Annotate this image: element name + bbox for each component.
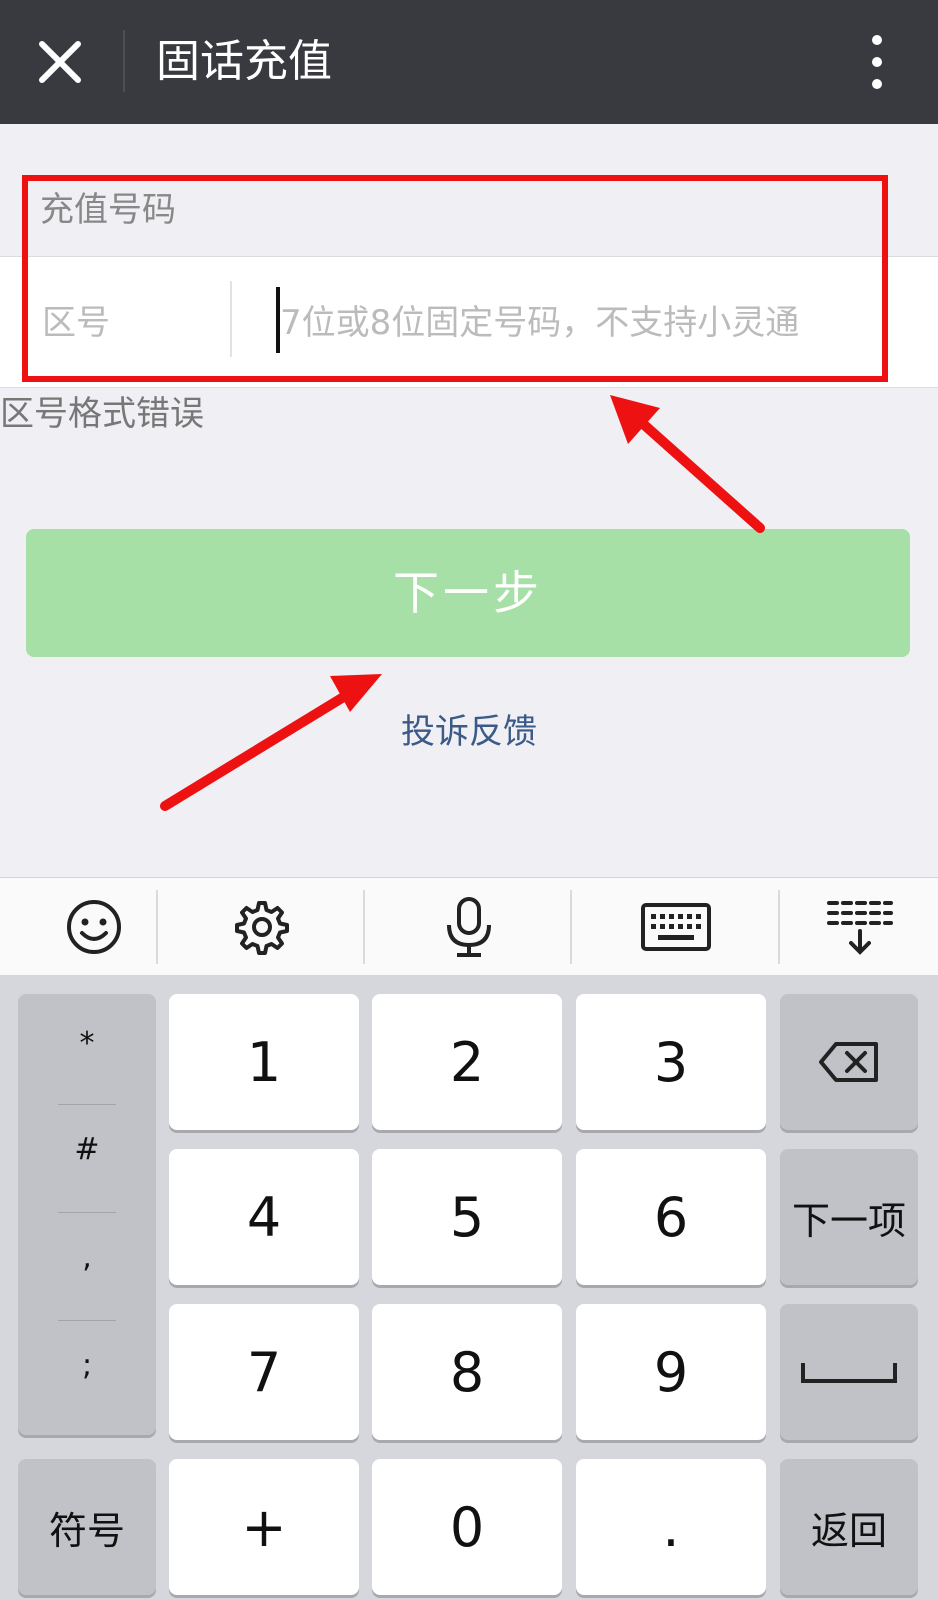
toolbar-separator [156,890,158,964]
toolbar-separator [570,890,572,964]
emoji-button[interactable] [0,878,187,975]
symbol-divider [58,1320,116,1321]
key-9[interactable]: 9 [576,1304,766,1440]
return-key[interactable]: 返回 [780,1459,918,1595]
key-semicolon[interactable]: ; [18,1348,156,1383]
key-dot[interactable]: . [576,1459,766,1595]
space-key[interactable] [780,1304,918,1440]
symbol-divider [58,1212,116,1213]
voice-input-button[interactable] [375,878,562,975]
key-0[interactable]: 0 [372,1459,562,1595]
keyboard-toolbar [0,877,938,976]
numeric-keyboard: * # , ; 1 2 3 4 5 6 下一项 7 8 9 符号 + 0 . 返… [0,975,938,1600]
key-7[interactable]: 7 [169,1304,359,1440]
backspace-key[interactable] [780,994,918,1130]
microphone-icon [446,896,491,957]
symbols-key[interactable]: 符号 [18,1459,156,1595]
key-comma[interactable]: , [18,1240,156,1275]
hide-keyboard-button[interactable] [766,878,938,975]
next-item-key[interactable]: 下一项 [780,1149,918,1285]
key-2[interactable]: 2 [372,994,562,1130]
key-4[interactable]: 4 [169,1149,359,1285]
arrow-to-input-icon [610,395,765,533]
settings-button[interactable] [168,878,355,975]
arrow-to-button-icon [160,674,382,811]
collapse-keyboard-icon [826,900,893,955]
key-5[interactable]: 5 [372,1149,562,1285]
symbol-column: * # , ; [18,994,156,1435]
settings-gear-icon [234,900,289,955]
keyboard-switch-button[interactable] [582,878,769,975]
key-1[interactable]: 1 [169,994,359,1130]
key-8[interactable]: 8 [372,1304,562,1440]
key-3[interactable]: 3 [576,994,766,1130]
toolbar-separator [363,890,365,964]
symbol-divider [58,1104,116,1105]
key-6[interactable]: 6 [576,1149,766,1285]
key-hash[interactable]: # [18,1132,156,1167]
annotation-arrows [160,395,765,811]
keyboard-icon [640,902,711,951]
emoji-icon [66,899,121,954]
key-asterisk[interactable]: * [18,1026,156,1061]
space-icon [801,1363,897,1383]
key-plus[interactable]: + [169,1459,359,1595]
backspace-icon [819,1042,878,1082]
